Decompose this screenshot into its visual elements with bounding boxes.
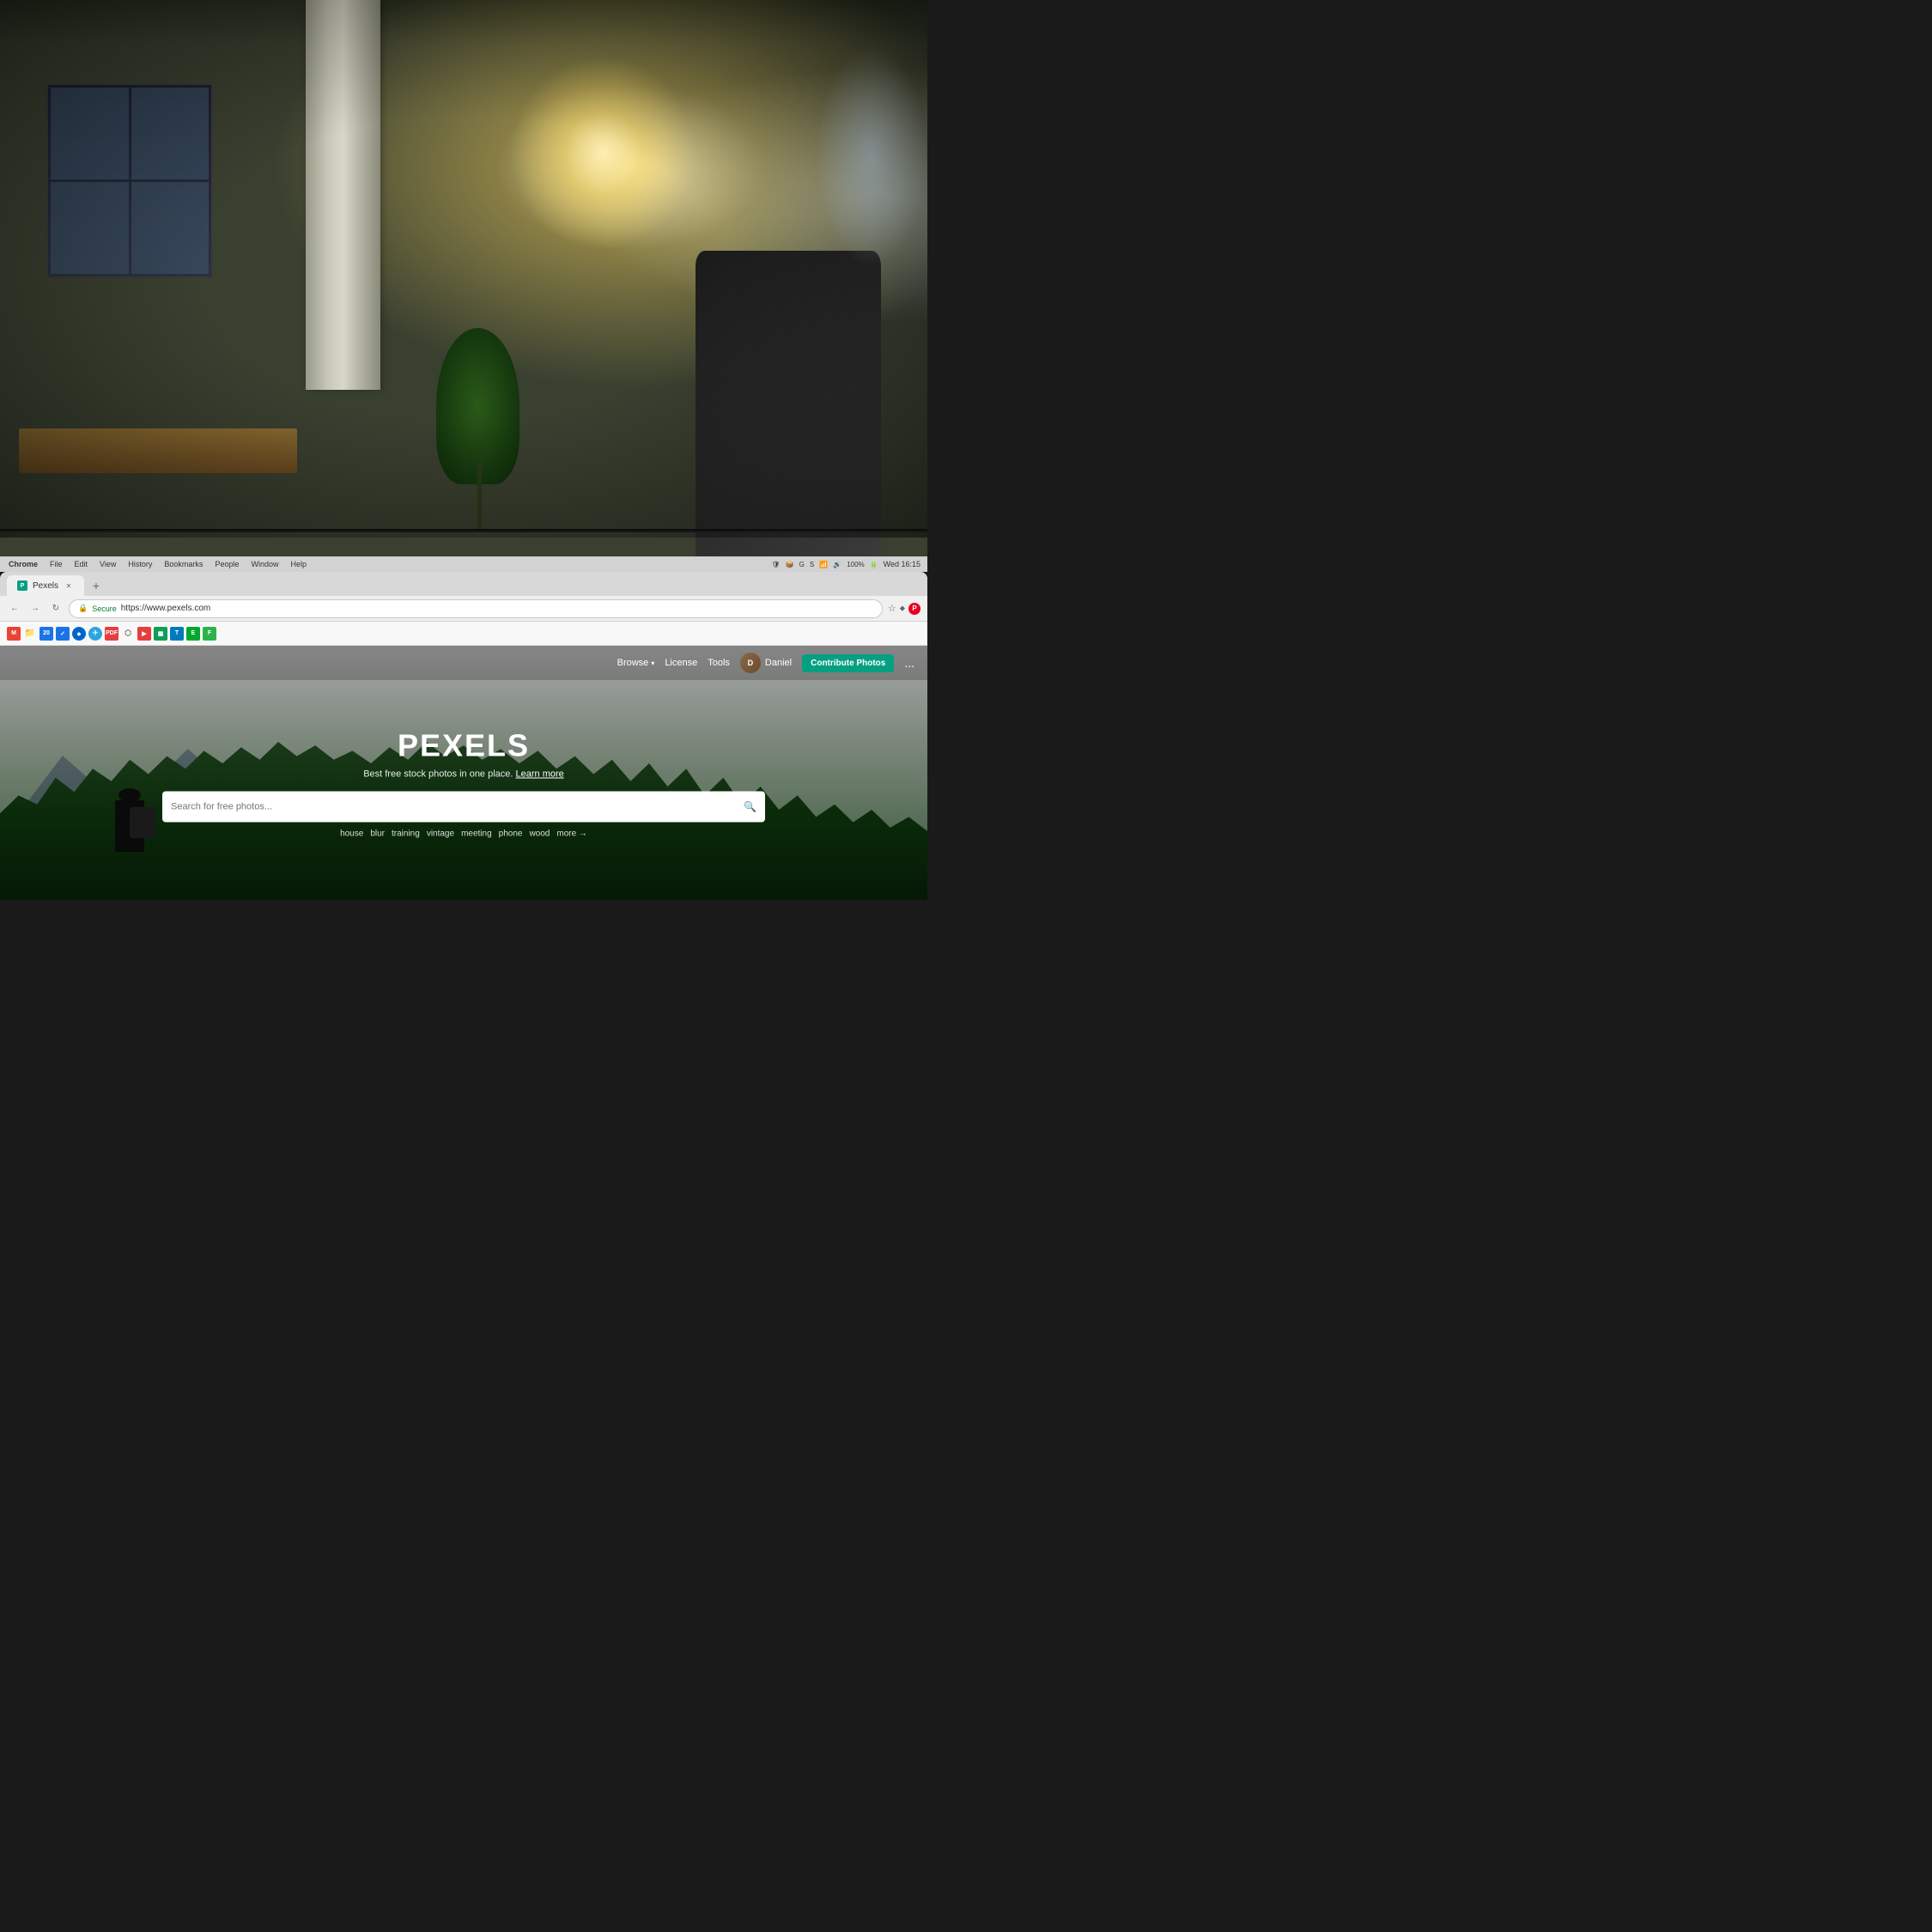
yt-icon[interactable]: ▶ bbox=[137, 627, 151, 641]
active-tab[interactable]: P Pexels ✕ bbox=[7, 575, 84, 596]
circle-ext-icon[interactable]: ● bbox=[72, 627, 86, 641]
menu-chrome[interactable]: Chrome bbox=[7, 560, 39, 568]
shield-icon: 🛡 bbox=[772, 561, 781, 568]
extensions-icon[interactable]: ⬥ bbox=[900, 604, 905, 613]
volume-icon: 🔊 bbox=[833, 561, 841, 568]
tag-house[interactable]: house bbox=[340, 829, 363, 839]
search-icon: 🔍 bbox=[744, 801, 756, 813]
back-button[interactable]: ← bbox=[7, 601, 22, 617]
window-glow-right bbox=[816, 45, 927, 267]
menu-history[interactable]: History bbox=[126, 560, 154, 568]
menu-file[interactable]: File bbox=[48, 560, 64, 568]
menu-window[interactable]: Window bbox=[249, 560, 280, 568]
mac-menubar: Chrome File Edit View History Bookmarks … bbox=[0, 556, 927, 572]
office-plant bbox=[408, 306, 547, 528]
wifi-icon: 📶 bbox=[819, 561, 828, 568]
new-tab-button[interactable]: + bbox=[88, 577, 105, 594]
user-nav-item[interactable]: D Daniel bbox=[740, 653, 792, 673]
menu-help[interactable]: Help bbox=[289, 560, 308, 568]
person-silhouette bbox=[93, 783, 167, 852]
laptop-bezel-top bbox=[0, 529, 927, 532]
bookmark-icon[interactable]: ☆ bbox=[888, 603, 896, 614]
feedly-icon[interactable]: F bbox=[203, 627, 216, 641]
secure-icon: 🔒 bbox=[78, 604, 88, 613]
search-bar[interactable]: 🔍 bbox=[162, 792, 765, 823]
more-tags-button[interactable]: more → bbox=[556, 829, 587, 839]
hero-subtitle: Best free stock photos in one place. Lea… bbox=[162, 769, 765, 780]
menu-view[interactable]: View bbox=[98, 560, 118, 568]
menu-people[interactable]: People bbox=[213, 560, 240, 568]
reload-button[interactable]: ↻ bbox=[48, 601, 64, 617]
menu-bookmarks[interactable]: Bookmarks bbox=[162, 560, 204, 568]
tab-favicon: P bbox=[17, 580, 27, 591]
pexels-website: Browse ▾ License Tools D Daniel Contribu… bbox=[0, 646, 927, 920]
skype-icon: S bbox=[810, 561, 814, 568]
tag-meeting[interactable]: meeting bbox=[461, 829, 492, 839]
telegram-icon[interactable]: ✈ bbox=[88, 627, 102, 641]
calendar-ext-icon[interactable]: 20 bbox=[39, 627, 53, 641]
todo-ext-icon[interactable]: ✓ bbox=[56, 627, 70, 641]
hero-content: PEXELS Best free stock photos in one pla… bbox=[162, 728, 765, 839]
gdrive-ext-icon[interactable]: 📁 bbox=[23, 627, 37, 641]
office-background bbox=[0, 0, 927, 556]
user-avatar: D bbox=[740, 653, 761, 673]
contribute-photos-button[interactable]: Contribute Photos bbox=[802, 654, 894, 672]
tag-wood[interactable]: wood bbox=[529, 829, 550, 839]
tab-close-button[interactable]: ✕ bbox=[64, 580, 74, 591]
tag-vintage[interactable]: vintage bbox=[427, 829, 454, 839]
window-glow bbox=[510, 56, 696, 251]
evernote-icon[interactable]: E bbox=[186, 627, 200, 641]
suggestion-tags: house blur training vintage meeting phon… bbox=[162, 829, 765, 839]
menubar-status-area: 🛡 📦 G S 📶 🔊 100% 🔋 Wed 16:15 bbox=[772, 560, 920, 568]
forward-button[interactable]: → bbox=[27, 601, 43, 617]
pdf-icon[interactable]: PDF bbox=[105, 627, 118, 641]
gmail-ext-icon[interactable]: M bbox=[7, 627, 21, 641]
tab-title: Pexels bbox=[33, 581, 58, 591]
battery-percent: 100% bbox=[847, 561, 864, 568]
learn-more-link[interactable]: Learn more bbox=[516, 769, 564, 780]
office-pillar bbox=[306, 0, 380, 390]
tag-training[interactable]: training bbox=[392, 829, 420, 839]
chrome-remote-icon: G bbox=[799, 561, 805, 568]
extensions-row: M 📁 20 ✓ ● ✈ PDF ⬡ ▶ ▦ T E F bbox=[0, 622, 927, 646]
tools-nav-item[interactable]: Tools bbox=[708, 658, 730, 668]
pexels-hero: Browse ▾ License Tools D Daniel Contribu… bbox=[0, 646, 927, 920]
license-nav-item[interactable]: License bbox=[665, 658, 697, 668]
secure-label: Secure bbox=[92, 605, 117, 613]
browse-chevron-icon: ▾ bbox=[651, 659, 654, 667]
office-window bbox=[46, 83, 213, 278]
time-display: Wed 16:15 bbox=[884, 560, 920, 568]
menu-edit[interactable]: Edit bbox=[73, 560, 90, 568]
search-input[interactable] bbox=[171, 802, 737, 812]
toolbar-actions: ☆ ⬥ P bbox=[888, 603, 920, 615]
tab-bar: P Pexels ✕ + bbox=[0, 572, 927, 596]
pinterest-icon[interactable]: P bbox=[908, 603, 920, 615]
office-chair bbox=[696, 251, 881, 556]
more-options-icon[interactable]: ... bbox=[904, 656, 914, 670]
tag-phone[interactable]: phone bbox=[499, 829, 523, 839]
browse-nav-item[interactable]: Browse ▾ bbox=[617, 658, 655, 668]
pexels-logo: PEXELS bbox=[162, 728, 765, 764]
pexels-navbar: Browse ▾ License Tools D Daniel Contribu… bbox=[0, 646, 927, 680]
office-table bbox=[19, 428, 297, 473]
url-display: https://www.pexels.com bbox=[121, 604, 210, 613]
browser-window: P Pexels ✕ + ← → ↻ 🔒 Secure https://www.… bbox=[0, 572, 927, 927]
address-bar[interactable]: 🔒 Secure https://www.pexels.com bbox=[69, 599, 883, 618]
dropbox-icon: 📦 bbox=[786, 561, 794, 568]
browser-toolbar: ← → ↻ 🔒 Secure https://www.pexels.com ☆ … bbox=[0, 596, 927, 622]
trello-icon[interactable]: T bbox=[170, 627, 184, 641]
sheets-icon[interactable]: ▦ bbox=[154, 627, 167, 641]
username-display: Daniel bbox=[765, 658, 792, 668]
chrome-ext-icon[interactable]: ⬡ bbox=[121, 627, 135, 641]
tag-blur[interactable]: blur bbox=[370, 829, 385, 839]
laptop-bezel-bottom bbox=[0, 900, 927, 927]
battery-icon: 🔋 bbox=[870, 561, 878, 568]
